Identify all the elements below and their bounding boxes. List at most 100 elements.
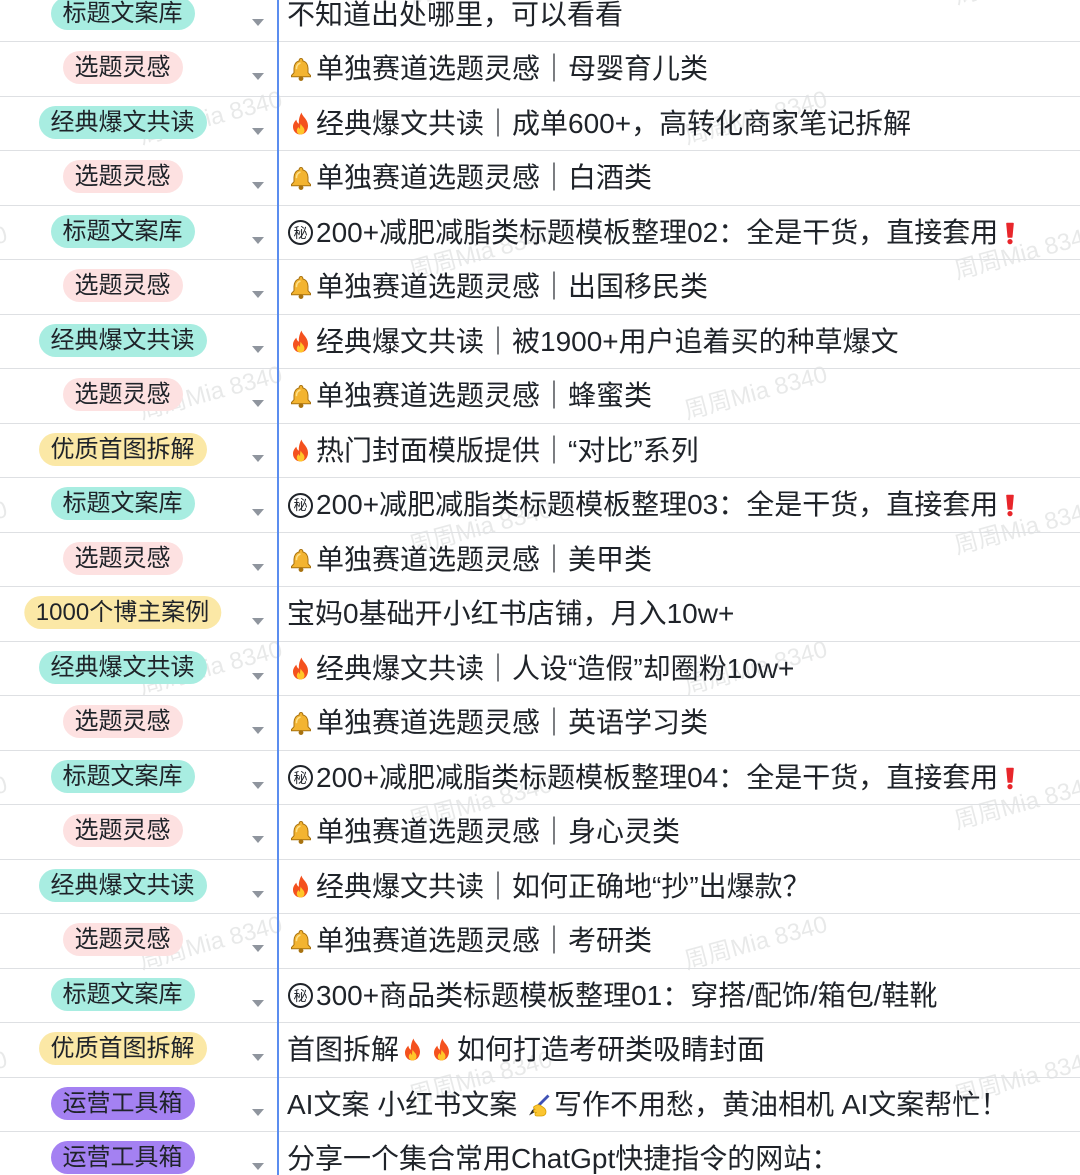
table-row[interactable]: 1000个博主案例 宝妈0基础开小红书店铺，月入10w+ [0,587,1080,642]
category-tag[interactable]: 标题文案库 [50,977,195,1011]
category-cell[interactable]: 标题文案库 [0,478,277,532]
category-cell[interactable]: 运营工具箱 [0,1132,277,1175]
category-tag[interactable]: 选题灵感 [62,705,183,739]
table-row[interactable]: 优质首图拆解 首图拆解 如何打造考研类吸睛封面 [0,1023,1080,1078]
category-tag[interactable]: 标题文案库 [50,214,195,248]
category-tag[interactable]: 经典爆文共读 [38,323,207,357]
category-cell[interactable]: 标题文案库 [0,751,277,805]
category-cell[interactable]: 经典爆文共读 [0,642,277,696]
category-tag[interactable]: 经典爆文共读 [38,868,207,902]
chevron-down-icon[interactable] [252,18,264,26]
table-row[interactable]: 经典爆文共读 经典爆文共读｜如何正确地“抄”出爆款？ [0,860,1080,914]
title-cell[interactable]: 经典爆文共读｜人设“造假”却圈粉10w+ [287,653,1080,685]
category-tag[interactable]: 优质首图拆解 [38,432,207,466]
category-tag[interactable]: 选题灵感 [62,269,183,303]
title-cell[interactable]: 秘 200+减肥减脂类标题模板整理03：全是干货，直接套用 [287,489,1080,521]
category-cell[interactable]: 优质首图拆解 [0,1023,277,1077]
chevron-down-icon[interactable] [252,836,264,844]
table-row[interactable]: 标题文案库 秘 300+商品类标题模板整理01：穿搭/配饰/箱包/鞋靴 [0,969,1080,1023]
table-row[interactable]: 选题灵感 单独赛道选题灵感｜白酒类 [0,151,1080,206]
category-tag[interactable]: 经典爆文共读 [38,105,207,139]
category-cell[interactable]: 运营工具箱 [0,1078,277,1132]
category-cell[interactable]: 经典爆文共读 [0,315,277,369]
title-cell[interactable]: 经典爆文共读｜如何正确地“抄”出爆款？ [287,871,1080,903]
category-tag[interactable]: 运营工具箱 [50,1086,195,1120]
category-tag[interactable]: 选题灵感 [62,923,183,957]
category-tag[interactable]: 选题灵感 [62,814,183,848]
chevron-down-icon[interactable] [252,73,264,81]
title-cell[interactable]: 单独赛道选题灵感｜白酒类 [287,162,1080,194]
chevron-down-icon[interactable] [252,999,264,1007]
chevron-down-icon[interactable] [252,727,264,735]
table-row[interactable]: 经典爆文共读 经典爆文共读｜被1900+用户追着买的种草爆文 [0,315,1080,369]
table-row[interactable]: 优质首图拆解 热门封面模版提供｜“对比”系列 [0,424,1080,478]
title-cell[interactable]: 首图拆解 如何打造考研类吸睛封面 [287,1034,1080,1066]
table-row[interactable]: 选题灵感 单独赛道选题灵感｜身心灵类 [0,805,1080,860]
title-cell[interactable]: 经典爆文共读｜成单600+，高转化商家笔记拆解 [287,108,1080,140]
category-tag[interactable]: 标题文案库 [50,0,195,30]
category-cell[interactable]: 选题灵感 [0,805,277,859]
table-row[interactable]: 标题文案库 不知道出处哪里，可以看看 [0,0,1080,42]
table-row[interactable]: 经典爆文共读 经典爆文共读｜人设“造假”却圈粉10w+ [0,642,1080,696]
category-cell[interactable]: 选题灵感 [0,533,277,587]
table-row[interactable]: 选题灵感 单独赛道选题灵感｜英语学习类 [0,696,1080,751]
category-cell[interactable]: 选题灵感 [0,42,277,96]
category-cell[interactable]: 标题文案库 [0,206,277,260]
category-cell[interactable]: 优质首图拆解 [0,424,277,478]
category-tag[interactable]: 选题灵感 [62,51,183,85]
category-tag[interactable]: 1000个博主案例 [23,596,222,630]
title-cell[interactable]: 不知道出处哪里，可以看看 [287,0,1080,31]
table-row[interactable]: 标题文案库 秘 200+减肥减脂类标题模板整理02：全是干货，直接套用 [0,206,1080,260]
chevron-down-icon[interactable] [252,127,264,135]
chevron-down-icon[interactable] [252,454,264,462]
table-row[interactable]: 标题文案库 秘 200+减肥减脂类标题模板整理03：全是干货，直接套用 [0,478,1080,533]
chevron-down-icon[interactable] [252,182,264,190]
title-cell[interactable]: AI文案 小红书文案 写作不用愁，黄油相机 AI文案帮忙！ [287,1089,1080,1121]
table-row[interactable]: 经典爆文共读 经典爆文共读｜成单600+，高转化商家笔记拆解 [0,97,1080,151]
category-cell[interactable]: 选题灵感 [0,696,277,750]
category-cell[interactable]: 标题文案库 [0,969,277,1023]
category-cell[interactable]: 标题文案库 [0,0,277,41]
table-row[interactable]: 选题灵感 单独赛道选题灵感｜出国移民类 [0,260,1080,315]
category-tag[interactable]: 选题灵感 [62,378,183,412]
category-tag[interactable]: 运营工具箱 [50,1141,195,1175]
category-cell[interactable]: 选题灵感 [0,914,277,968]
title-cell[interactable]: 单独赛道选题灵感｜身心灵类 [287,816,1080,848]
title-cell[interactable]: 宝妈0基础开小红书店铺，月入10w+ [287,598,1080,630]
chevron-down-icon[interactable] [252,781,264,789]
table-row[interactable]: 选题灵感 单独赛道选题灵感｜美甲类 [0,533,1080,587]
title-cell[interactable]: 单独赛道选题灵感｜考研类 [287,925,1080,957]
title-cell[interactable]: 分享一个集合常用ChatGpt快捷指令的网站： [287,1143,1080,1175]
category-cell[interactable]: 经典爆文共读 [0,860,277,914]
category-tag[interactable]: 选题灵感 [62,541,183,575]
chevron-down-icon[interactable] [252,890,264,898]
chevron-down-icon[interactable] [252,1163,264,1171]
title-cell[interactable]: 单独赛道选题灵感｜蜂蜜类 [287,380,1080,412]
title-cell[interactable]: 单独赛道选题灵感｜美甲类 [287,544,1080,576]
category-tag[interactable]: 优质首图拆解 [38,1032,207,1066]
chevron-down-icon[interactable] [252,672,264,680]
table-row[interactable]: 运营工具箱 分享一个集合常用ChatGpt快捷指令的网站： [0,1132,1080,1175]
category-tag[interactable]: 标题文案库 [50,487,195,521]
chevron-down-icon[interactable] [252,1054,264,1062]
category-tag[interactable]: 经典爆文共读 [38,650,207,684]
table-row[interactable]: 选题灵感 单独赛道选题灵感｜蜂蜜类 [0,369,1080,424]
title-cell[interactable]: 经典爆文共读｜被1900+用户追着买的种草爆文 [287,326,1080,358]
category-tag[interactable]: 选题灵感 [62,160,183,194]
title-cell[interactable]: 秘 200+减肥减脂类标题模板整理04：全是干货，直接套用 [287,762,1080,794]
chevron-down-icon[interactable] [252,618,264,626]
table-row[interactable]: 运营工具箱 AI文案 小红书文案 写作不用愁，黄油相机 AI文案帮忙！ [0,1078,1080,1132]
chevron-down-icon[interactable] [252,945,264,953]
title-cell[interactable]: 单独赛道选题灵感｜出国移民类 [287,271,1080,303]
title-cell[interactable]: 单独赛道选题灵感｜母婴育儿类 [287,53,1080,85]
title-cell[interactable]: 秘 300+商品类标题模板整理01：穿搭/配饰/箱包/鞋靴 [287,980,1080,1012]
chevron-down-icon[interactable] [252,345,264,353]
category-cell[interactable]: 选题灵感 [0,369,277,423]
category-cell[interactable]: 经典爆文共读 [0,97,277,151]
chevron-down-icon[interactable] [252,563,264,571]
chevron-down-icon[interactable] [252,400,264,408]
category-cell[interactable]: 选题灵感 [0,260,277,314]
chevron-down-icon[interactable] [252,1108,264,1116]
table-row[interactable]: 选题灵感 单独赛道选题灵感｜母婴育儿类 [0,42,1080,97]
category-tag[interactable]: 标题文案库 [50,759,195,793]
